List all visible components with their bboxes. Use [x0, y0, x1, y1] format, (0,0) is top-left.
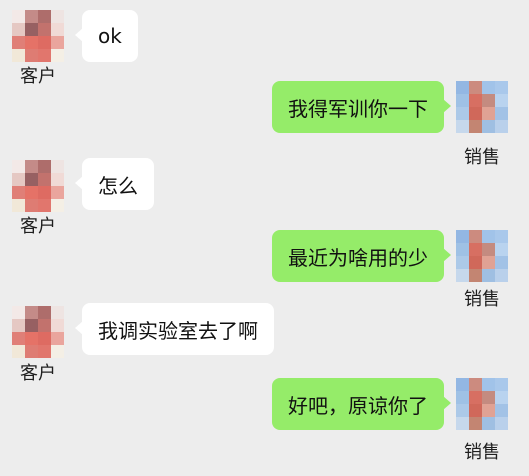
sender-name: 客户 [20, 66, 56, 87]
message-bubble[interactable]: 怎么 [75, 158, 154, 210]
sales-avatar-icon[interactable] [456, 378, 508, 430]
message-bubble[interactable]: 我调实验室去了啊 [75, 303, 274, 355]
customer-avatar-icon[interactable] [12, 10, 64, 62]
sender-name: 销售 [464, 147, 500, 168]
message-bubble[interactable]: ok [75, 10, 138, 62]
customer-avatar-icon[interactable] [12, 306, 64, 358]
customer-avatar-icon[interactable] [12, 160, 64, 212]
sender-name: 客户 [20, 363, 56, 384]
sender-name: 销售 [464, 442, 500, 463]
sales-avatar-icon[interactable] [456, 230, 508, 282]
message-bubble[interactable]: 好吧，原谅你了 [272, 378, 451, 430]
message-bubble[interactable]: 最近为啥用的少 [272, 230, 451, 282]
message-bubble[interactable]: 我得军训你一下 [272, 81, 451, 133]
sender-name: 客户 [20, 216, 56, 237]
sales-avatar-icon[interactable] [456, 81, 508, 133]
sender-name: 销售 [464, 289, 500, 310]
